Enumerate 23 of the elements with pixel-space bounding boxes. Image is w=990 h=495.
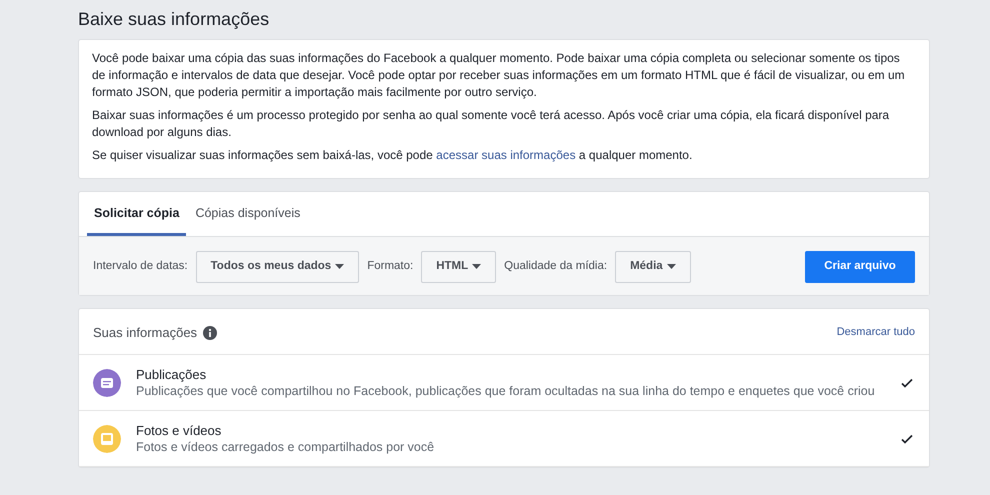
dropdown-button[interactable]: Média: [615, 250, 691, 283]
category-title: Publicações: [136, 367, 208, 384]
intro-paragraph: Você pode baixar uma cópia das suas informações do Facebook a qualquer momento. Pode baixar uma cópia completa ou selecionar somente os tipos de informação e intervalos de data que desejar. Você pode optar por receber suas informações em um formato HTML que é fácil de visualizar, ou em um formato JSON, que poderia permitir a importação mais facilmente por outro serviço.: [92, 50, 906, 101]
access-info-link[interactable]: acessar suas informações: [436, 148, 576, 162]
filter-label: Intervalo de datas:: [93, 259, 188, 274]
page-title: Baixe suas informações: [78, 8, 270, 31]
category-description: Publicações que você compartilhou no Facebook, publicações que foram ocultadas na sua linha do tempo e enquetes que você criou: [136, 383, 876, 400]
info-icon[interactable]: [203, 326, 218, 340]
caret-icon: [335, 264, 344, 270]
tab[interactable]: Cópias disponíveis: [188, 192, 308, 236]
deselect-all-link[interactable]: Desmarcar tudo: [836, 324, 915, 341]
filter-label: Qualidade da mídia:: [504, 259, 608, 274]
caret-icon: [472, 264, 482, 270]
section-title: Suas informações: [93, 324, 198, 342]
intro-paragraph: Baixar suas informações é um processo protegido por senha ao qual somente você terá acesso. Após você criar uma cópia, ela ficará disponível para download por alguns dias.: [92, 107, 890, 141]
dropdown-button[interactable]: Todos os meus dados: [196, 250, 360, 283]
create-file-button[interactable]: Criar arquivo: [805, 250, 915, 283]
intro-paragraph: Se quiser visualizar suas informações sem baixá-las, você pode acessar suas informações a qualquer momento.: [92, 147, 694, 164]
dropdown-button[interactable]: HTML: [421, 250, 496, 283]
caret-icon: [666, 264, 676, 270]
category-title: Fotos e vídeos: [136, 423, 222, 440]
category-description: Fotos e vídeos carregados e compartilhados por você: [136, 439, 436, 456]
filter-label: Formato:: [367, 259, 414, 274]
